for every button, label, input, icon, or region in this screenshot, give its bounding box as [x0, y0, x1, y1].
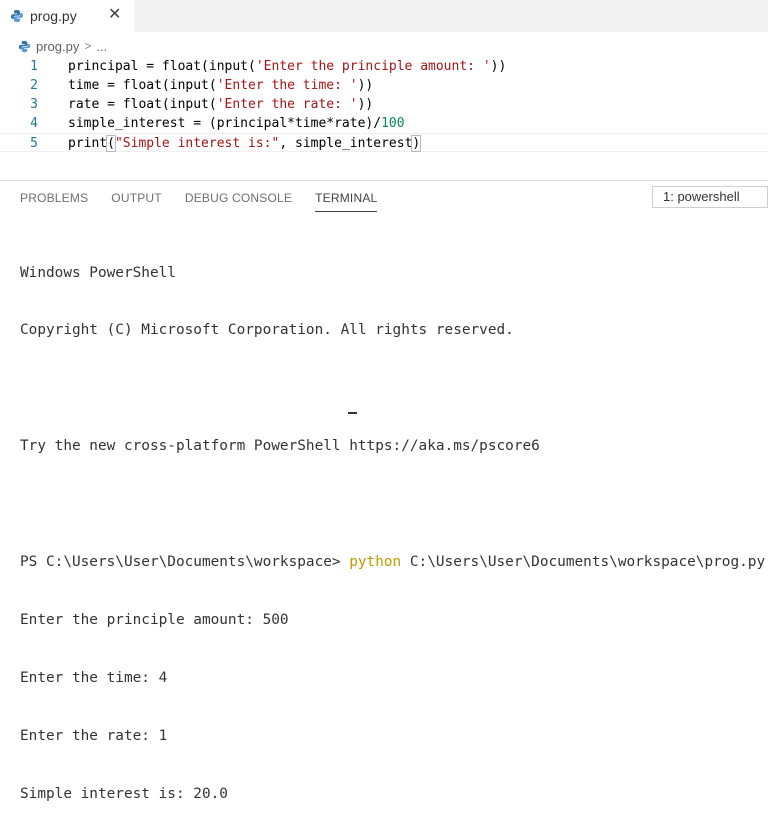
editor-tab-bar: prog.py ✕: [0, 0, 768, 32]
code-line: 2 time = float(input('Enter the time: ')…: [0, 76, 768, 95]
line-number: 4: [30, 116, 38, 131]
code-line-current: 5 print("Simple interest is:", simple_in…: [0, 133, 768, 152]
code-text: principal = float(input('Enter the princ…: [68, 59, 507, 74]
tab-problems[interactable]: PROBLEMS: [20, 189, 88, 211]
code-editor[interactable]: 1 principal = float(input('Enter the pri…: [0, 57, 768, 152]
terminal-line: Simple interest is: 20.0: [20, 785, 228, 802]
code-text: simple_interest = (principal*time*rate)/…: [68, 116, 405, 131]
terminal-select[interactable]: 1: powershell: [652, 186, 768, 208]
terminal-cursor: [348, 412, 357, 414]
chevron-right-icon: >: [84, 39, 92, 53]
code-text: rate = float(input('Enter the rate: ')): [68, 97, 374, 112]
code-text: print("Simple interest is:", simple_inte…: [68, 135, 422, 152]
python-file-icon: [18, 40, 31, 52]
python-file-icon: [11, 10, 23, 22]
tab-debug-console[interactable]: DEBUG CONSOLE: [185, 189, 292, 211]
code-line: 3 rate = float(input('Enter the rate: ')…: [0, 95, 768, 114]
terminal-line: Enter the principle amount: 500: [20, 611, 289, 628]
terminal-output[interactable]: Windows PowerShell Copyright (C) Microso…: [20, 225, 765, 836]
terminal-command: python: [349, 554, 402, 571]
terminal-line: Copyright (C) Microsoft Corporation. All…: [20, 322, 514, 339]
breadcrumb: prog.py > ...: [18, 36, 107, 56]
line-number: 2: [30, 78, 38, 93]
line-number: 1: [30, 59, 38, 74]
breadcrumb-more[interactable]: ...: [96, 39, 107, 54]
tab-prog-py[interactable]: prog.py ✕: [0, 0, 134, 32]
tab-label: prog.py: [30, 8, 77, 24]
terminal-command-line: PS C:\Users\User\Documents\workspace> py…: [20, 553, 765, 572]
line-number: 5: [30, 136, 38, 151]
line-number: 3: [30, 97, 38, 112]
terminal-args: C:\Users\User\Documents\workspace\prog.p…: [401, 554, 766, 571]
code-line: 4 simple_interest = (principal*time*rate…: [0, 114, 768, 133]
close-icon[interactable]: ✕: [108, 5, 121, 25]
tab-terminal[interactable]: TERMINAL: [315, 189, 378, 212]
panel-tabs: PROBLEMS OUTPUT DEBUG CONSOLE TERMINAL: [20, 189, 400, 212]
terminal-line: Enter the rate: 1: [20, 727, 168, 744]
tab-output[interactable]: OUTPUT: [111, 189, 162, 211]
terminal-line: Enter the time: 4: [20, 669, 168, 686]
code-line: 1 principal = float(input('Enter the pri…: [0, 57, 768, 76]
terminal-line: Try the new cross-platform PowerShell ht…: [20, 438, 540, 455]
terminal-line: Windows PowerShell: [20, 264, 176, 281]
bottom-panel: PROBLEMS OUTPUT DEBUG CONSOLE TERMINAL 1…: [0, 180, 768, 802]
code-text: time = float(input('Enter the time: ')): [68, 78, 374, 93]
breadcrumb-file[interactable]: prog.py: [36, 39, 79, 54]
terminal-prompt: PS C:\Users\User\Documents\workspace>: [20, 554, 350, 571]
